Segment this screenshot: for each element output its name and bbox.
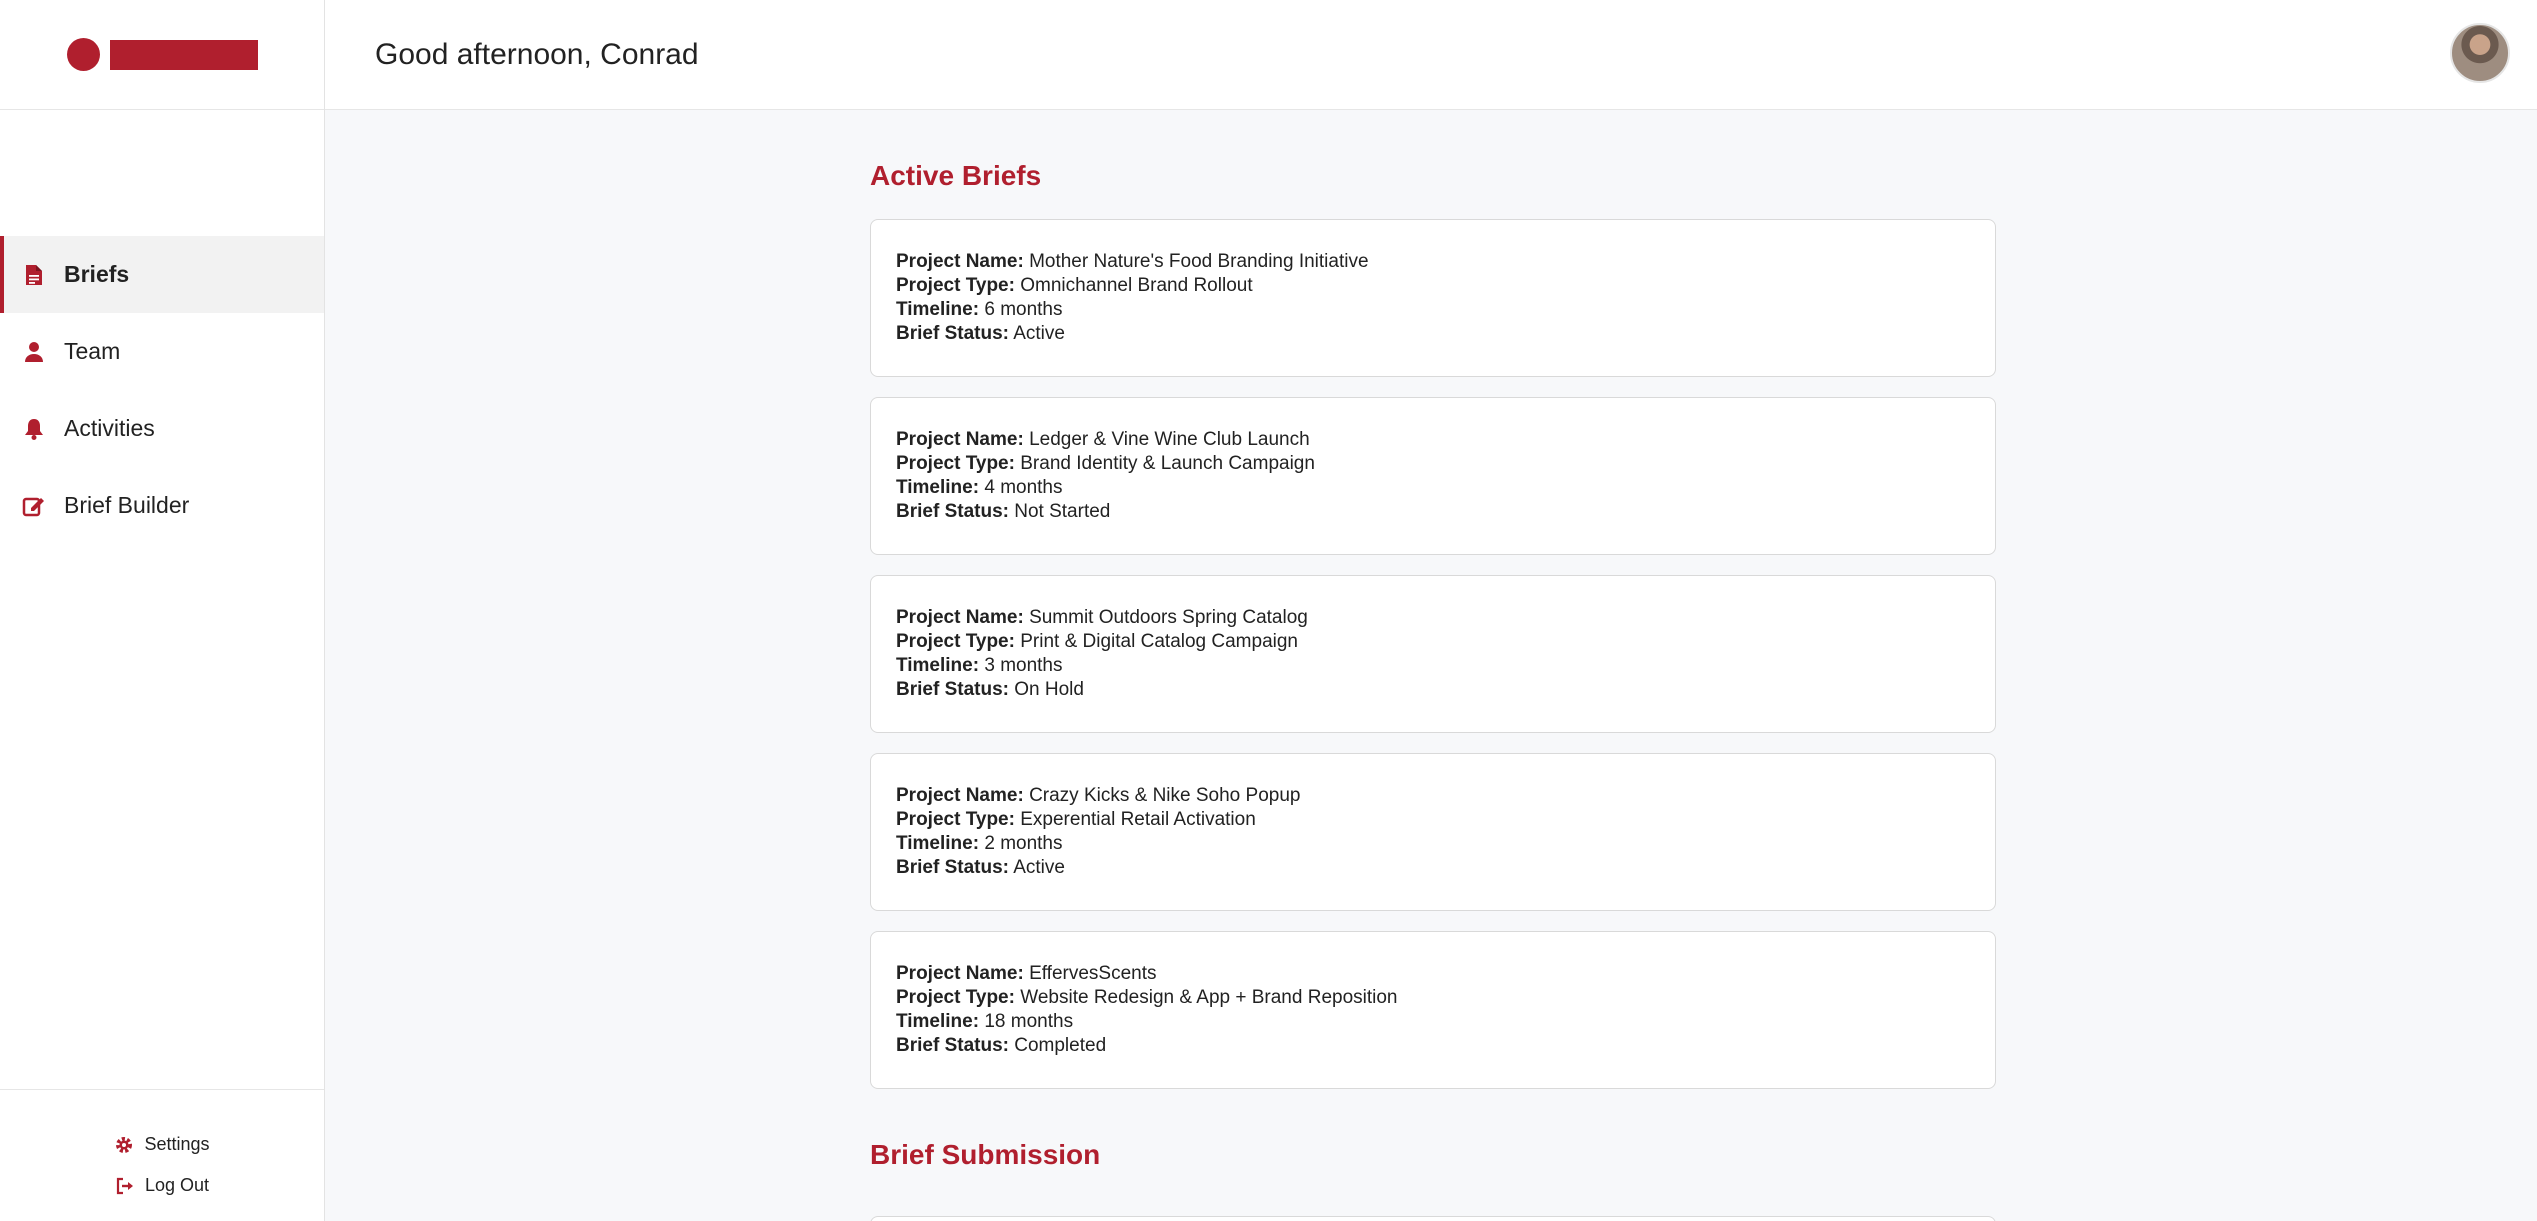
project-name-row: Project Name: Summit Outdoors Spring Cat… bbox=[896, 606, 1970, 630]
gear-icon bbox=[114, 1135, 134, 1155]
project-type-row: Project Type: Website Redesign & App + B… bbox=[896, 986, 1970, 1010]
field-label: Project Name: bbox=[896, 785, 1024, 806]
project-type-row: Project Type: Brand Identity & Launch Ca… bbox=[896, 452, 1970, 476]
logout-link[interactable]: Log Out bbox=[0, 1165, 324, 1206]
sidebar-footer: Settings Log Out bbox=[0, 1089, 324, 1221]
brief-status: Not Started bbox=[1014, 501, 1111, 522]
field-label: Project Type: bbox=[896, 987, 1015, 1008]
sidebar-item-label: Team bbox=[64, 338, 121, 364]
field-label: Brief Status: bbox=[896, 857, 1009, 878]
brief-status: Completed bbox=[1014, 1035, 1107, 1056]
brief-submission-card[interactable] bbox=[870, 1216, 1996, 1221]
top-header: Good afternoon, Conrad bbox=[325, 0, 2537, 110]
field-label: Timeline: bbox=[896, 655, 980, 676]
timeline: 4 months bbox=[984, 477, 1063, 498]
sidebar-item-label: Brief Builder bbox=[64, 492, 190, 518]
logout-label: Log Out bbox=[144, 1175, 210, 1195]
greeting-text: Good afternoon, Conrad bbox=[375, 37, 699, 71]
field-label: Timeline: bbox=[896, 477, 980, 498]
project-name: Ledger & Vine Wine Club Launch bbox=[1029, 429, 1310, 450]
project-type-row: Project Type: Omnichannel Brand Rollout bbox=[896, 274, 1970, 298]
brief-card[interactable]: Project Name: Ledger & Vine Wine Club La… bbox=[870, 397, 1996, 555]
avatar[interactable] bbox=[2450, 23, 2510, 83]
timeline: 6 months bbox=[984, 299, 1063, 320]
logo-wordmark bbox=[109, 39, 258, 70]
timeline: 2 months bbox=[984, 833, 1063, 854]
project-type-row: Project Type: Experential Retail Activat… bbox=[896, 808, 1970, 832]
document-icon bbox=[22, 263, 46, 287]
status-row: Brief Status: On Hold bbox=[896, 678, 1970, 702]
field-label: Brief Status: bbox=[896, 501, 1009, 522]
sidebar-item-briefs[interactable]: Briefs bbox=[0, 236, 324, 313]
field-label: Project Name: bbox=[896, 251, 1024, 272]
timeline: 3 months bbox=[984, 655, 1063, 676]
brief-card[interactable]: Project Name: Mother Nature's Food Brand… bbox=[870, 219, 1996, 377]
settings-link[interactable]: Settings bbox=[0, 1124, 324, 1165]
project-type: Omnichannel Brand Rollout bbox=[1020, 275, 1253, 296]
brief-list: Project Name: Mother Nature's Food Brand… bbox=[870, 219, 1996, 1089]
logo-area bbox=[0, 0, 324, 110]
status-row: Brief Status: Active bbox=[896, 856, 1970, 880]
field-label: Project Name: bbox=[896, 963, 1024, 984]
timeline: 18 months bbox=[984, 1011, 1074, 1032]
field-label: Timeline: bbox=[896, 299, 980, 320]
field-label: Timeline: bbox=[896, 1011, 980, 1032]
user-icon bbox=[22, 340, 46, 364]
brief-status: Active bbox=[1013, 323, 1065, 344]
section-title-brief-submission: Brief Submission bbox=[870, 1139, 1101, 1170]
project-type: Brand Identity & Launch Campaign bbox=[1020, 453, 1315, 474]
project-name: Mother Nature's Food Branding Initiative bbox=[1029, 251, 1369, 272]
field-label: Project Name: bbox=[896, 429, 1024, 450]
sidebar-item-team[interactable]: Team bbox=[0, 313, 324, 390]
bell-icon bbox=[22, 417, 46, 441]
field-label: Brief Status: bbox=[896, 679, 1009, 700]
section-title-active-briefs: Active Briefs bbox=[870, 160, 1042, 191]
project-name: Summit Outdoors Spring Catalog bbox=[1029, 607, 1308, 628]
sidebar-item-label: Briefs bbox=[64, 261, 130, 287]
sidebar-nav: Briefs Team Activities Brief Builder bbox=[0, 236, 324, 544]
brief-status: On Hold bbox=[1014, 679, 1084, 700]
brief-card[interactable]: Project Name: Crazy Kicks & Nike Soho Po… bbox=[870, 753, 1996, 911]
field-label: Brief Status: bbox=[896, 1035, 1009, 1056]
project-name-row: Project Name: Mother Nature's Food Brand… bbox=[896, 250, 1970, 274]
field-label: Project Type: bbox=[896, 631, 1015, 652]
status-row: Brief Status: Active bbox=[896, 322, 1970, 346]
project-type: Print & Digital Catalog Campaign bbox=[1020, 631, 1298, 652]
project-type-row: Project Type: Print & Digital Catalog Ca… bbox=[896, 630, 1970, 654]
brief-card[interactable]: Project Name: Summit Outdoors Spring Cat… bbox=[870, 575, 1996, 733]
project-name: EffervesScents bbox=[1029, 963, 1157, 984]
field-label: Project Type: bbox=[896, 453, 1015, 474]
timeline-row: Timeline: 4 months bbox=[896, 476, 1970, 500]
sidebar-item-activities[interactable]: Activities bbox=[0, 390, 324, 467]
project-type: Website Redesign & App + Brand Repositio… bbox=[1020, 987, 1398, 1008]
field-label: Project Name: bbox=[896, 607, 1024, 628]
logo-mark bbox=[66, 38, 100, 71]
settings-label: Settings bbox=[144, 1134, 210, 1154]
project-name-row: Project Name: Ledger & Vine Wine Club La… bbox=[896, 428, 1970, 452]
timeline-row: Timeline: 2 months bbox=[896, 832, 1970, 856]
edit-icon bbox=[22, 494, 46, 518]
status-row: Brief Status: Completed bbox=[896, 1034, 1970, 1058]
brief-card[interactable]: Project Name: EffervesScents Project Typ… bbox=[870, 931, 1996, 1089]
sidebar-item-label: Activities bbox=[64, 415, 155, 441]
timeline-row: Timeline: 18 months bbox=[896, 1010, 1970, 1034]
project-name-row: Project Name: EffervesScents bbox=[896, 962, 1970, 986]
sidebar: Briefs Team Activities Brief Builder Set… bbox=[0, 0, 325, 1221]
sidebar-item-brief-builder[interactable]: Brief Builder bbox=[0, 467, 324, 544]
project-name-row: Project Name: Crazy Kicks & Nike Soho Po… bbox=[896, 784, 1970, 808]
field-label: Project Type: bbox=[896, 275, 1015, 296]
project-name: Crazy Kicks & Nike Soho Popup bbox=[1029, 785, 1301, 806]
logo[interactable] bbox=[66, 38, 258, 71]
field-label: Project Type: bbox=[896, 809, 1015, 830]
project-type: Experential Retail Activation bbox=[1020, 809, 1256, 830]
field-label: Brief Status: bbox=[896, 323, 1009, 344]
brief-status: Active bbox=[1013, 857, 1065, 878]
field-label: Timeline: bbox=[896, 833, 980, 854]
timeline-row: Timeline: 3 months bbox=[896, 654, 1970, 678]
app-root: Briefs Team Activities Brief Builder Set… bbox=[0, 0, 2537, 1221]
main-content: Active Briefs Project Name: Mother Natur… bbox=[870, 110, 1996, 1221]
status-row: Brief Status: Not Started bbox=[896, 500, 1970, 524]
timeline-row: Timeline: 6 months bbox=[896, 298, 1970, 322]
logout-icon bbox=[115, 1176, 135, 1196]
